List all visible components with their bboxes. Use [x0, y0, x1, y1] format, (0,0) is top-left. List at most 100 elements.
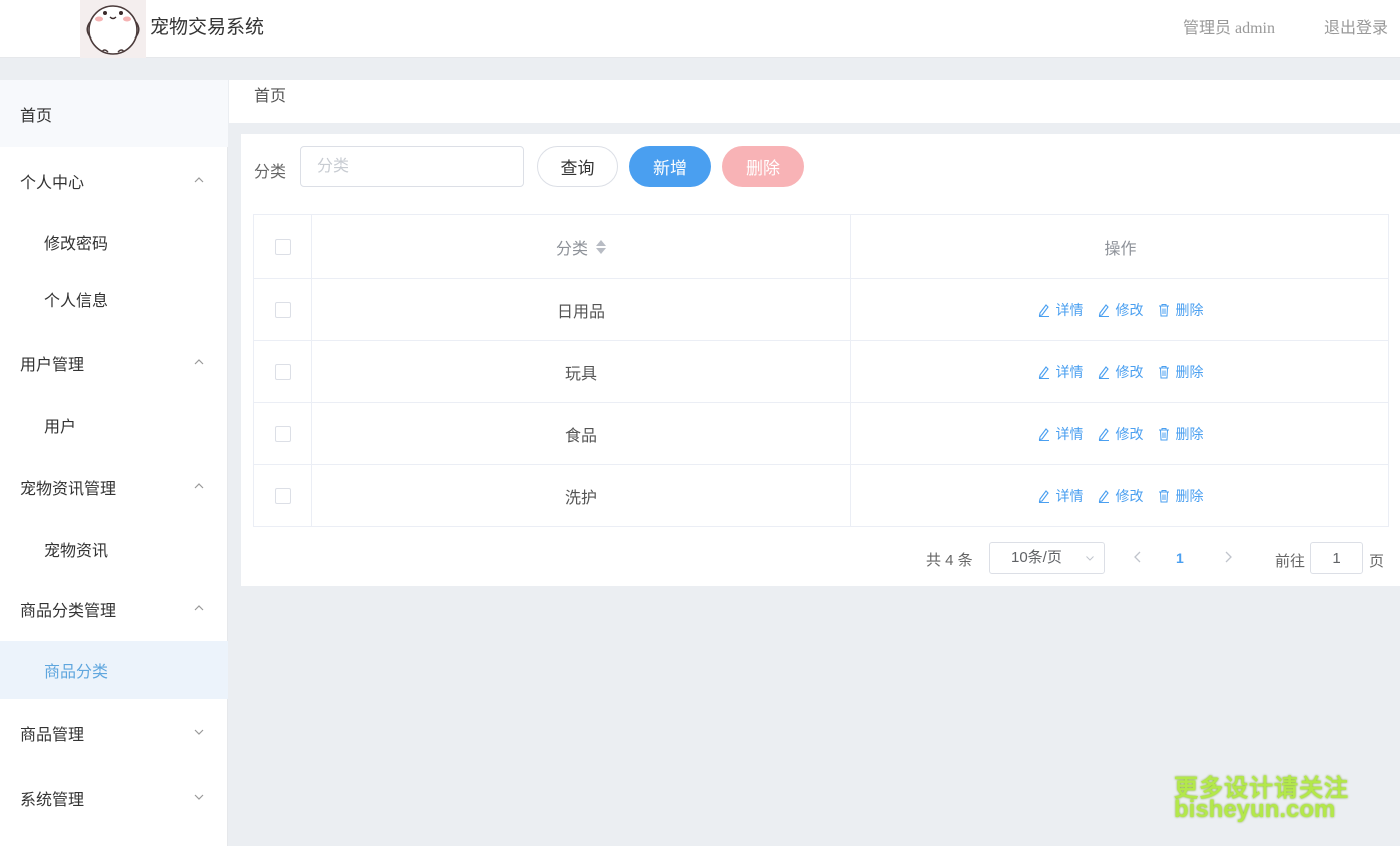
query-button[interactable]: 查询 — [537, 146, 618, 187]
edit-pen-icon — [1098, 303, 1109, 317]
sidebar-item-label: 商品分类 — [44, 664, 109, 681]
breadcrumb[interactable]: 首页 — [254, 82, 286, 106]
sidebar-item-label: 个人信息 — [44, 293, 109, 310]
sidebar-item-change-password[interactable]: 修改密码 — [0, 214, 228, 269]
goto-page-label: 前往 — [1275, 553, 1306, 570]
detail-label: 详情 — [1055, 363, 1084, 380]
sidebar-item-personal-info[interactable]: 个人信息 — [0, 269, 228, 329]
edit-link[interactable]: 修改 — [1098, 300, 1144, 320]
detail-label: 详情 — [1055, 425, 1084, 442]
sidebar-item-label: 宠物资讯管理 — [20, 480, 117, 498]
row-checkbox[interactable] — [274, 301, 291, 318]
sidebar-item-label: 宠物资讯 — [44, 542, 109, 560]
sidebar-item-label: 商品分类管理 — [20, 603, 117, 620]
edit-pen-icon — [1038, 303, 1049, 317]
trash-icon — [1158, 365, 1169, 378]
edit-pen-icon — [1038, 427, 1049, 441]
trash-icon — [1158, 303, 1169, 316]
detail-link[interactable]: 详情 — [1038, 424, 1084, 444]
sidebar-item-home[interactable]: 首页 — [0, 80, 228, 147]
table-header-row: 分类 操作 — [254, 215, 1388, 279]
sidebar-item-label: 修改密码 — [44, 235, 109, 253]
page-size-select[interactable]: 10条/页 — [989, 542, 1105, 574]
edit-pen-icon — [1098, 365, 1109, 379]
detail-label: 详情 — [1055, 301, 1084, 318]
sidebar-group-category-management[interactable]: 商品分类管理 — [0, 577, 228, 641]
sidebar-group-system-management[interactable]: 系统管理 — [0, 766, 228, 830]
chevron-down-icon — [1086, 556, 1094, 561]
sidebar-item-users[interactable]: 用户 — [0, 396, 228, 453]
app-title: 宠物交易系统 — [150, 17, 265, 38]
chevron-down-icon — [194, 729, 204, 735]
goto-page-suffix: 页 — [1369, 553, 1385, 570]
delete-label: 删除 — [1175, 363, 1204, 380]
detail-link[interactable]: 详情 — [1038, 362, 1084, 382]
chevron-up-icon — [194, 482, 204, 488]
delete-link[interactable]: 删除 — [1158, 300, 1204, 320]
current-page-number[interactable]: 1 — [1176, 550, 1184, 566]
watermark-line-2: bisheyun.com — [1174, 796, 1336, 823]
detail-link[interactable]: 详情 — [1038, 300, 1084, 320]
category-column-header[interactable]: 分类 — [312, 215, 851, 278]
edit-link[interactable]: 修改 — [1098, 424, 1144, 444]
content-panel: 分类 查询 新增 删除 分类 操作 日用品 详情 修改 删除 玩具 — [241, 134, 1400, 586]
sidebar-group-product-management[interactable]: 商品管理 — [0, 699, 228, 766]
sidebar-item-label: 个人中心 — [20, 174, 85, 192]
delete-link[interactable]: 删除 — [1158, 424, 1204, 444]
sort-icon[interactable] — [596, 239, 606, 254]
chevron-up-icon — [194, 176, 204, 182]
row-checkbox[interactable] — [274, 363, 291, 380]
prev-page-icon[interactable] — [1131, 550, 1145, 564]
edit-pen-icon — [1098, 489, 1109, 503]
edit-label: 修改 — [1115, 487, 1144, 504]
sidebar-group-personal-center[interactable]: 个人中心 — [0, 147, 228, 214]
row-actions: 详情 修改 删除 — [851, 341, 1390, 402]
logout-link[interactable]: 退出登录 — [1324, 14, 1388, 38]
row-select-cell — [254, 341, 312, 402]
row-actions: 详情 修改 删除 — [851, 279, 1390, 340]
edit-label: 修改 — [1115, 301, 1144, 318]
batch-delete-button[interactable]: 删除 — [722, 146, 804, 187]
table-row: 食品 详情 修改 删除 — [254, 403, 1388, 465]
actions-header-label: 操作 — [1104, 240, 1137, 258]
category-header-label: 分类 — [555, 240, 588, 258]
chevron-up-icon — [194, 605, 204, 611]
delete-link[interactable]: 删除 — [1158, 362, 1204, 382]
edit-link[interactable]: 修改 — [1098, 486, 1144, 506]
sidebar-group-pet-news-management[interactable]: 宠物资讯管理 — [0, 453, 228, 520]
row-select-cell — [254, 465, 312, 526]
detail-label: 详情 — [1055, 487, 1084, 504]
category-cell: 食品 — [312, 403, 851, 464]
goto-page-input[interactable] — [1310, 542, 1363, 574]
trash-icon — [1158, 427, 1169, 440]
current-user-label: 管理员 admin — [1183, 20, 1275, 37]
category-search-input[interactable] — [300, 146, 524, 187]
row-checkbox[interactable] — [274, 425, 291, 442]
sidebar-item-product-category[interactable]: 商品分类 — [0, 641, 228, 699]
edit-pen-icon — [1038, 365, 1049, 379]
trash-icon — [1158, 489, 1169, 502]
top-header: 宠物交易系统 管理员 admin 退出登录 — [0, 0, 1400, 58]
category-table: 分类 操作 日用品 详情 修改 删除 玩具 详情 修改 删除 食品 详情 修改 … — [253, 214, 1389, 527]
add-button[interactable]: 新增 — [629, 146, 711, 187]
sidebar-group-user-management[interactable]: 用户管理 — [0, 329, 228, 396]
table-row: 洗护 详情 修改 删除 — [254, 465, 1388, 527]
table-row: 玩具 详情 修改 删除 — [254, 341, 1388, 403]
sidebar-menu: 首页 个人中心 修改密码 个人信息 用户管理 用户 宠物资讯管理 宠物资讯 商品… — [0, 80, 228, 846]
next-page-icon[interactable] — [1221, 550, 1235, 564]
category-cell: 日用品 — [312, 279, 851, 340]
detail-link[interactable]: 详情 — [1038, 486, 1084, 506]
edit-link[interactable]: 修改 — [1098, 362, 1144, 382]
sidebar-item-pet-news[interactable]: 宠物资讯 — [0, 520, 228, 577]
row-actions: 详情 修改 删除 — [851, 465, 1390, 526]
category-filter-label: 分类 — [254, 164, 287, 181]
chevron-down-icon — [194, 794, 204, 800]
sidebar-item-label: 首页 — [20, 107, 53, 125]
chevron-up-icon — [194, 358, 204, 364]
row-checkbox[interactable] — [274, 487, 291, 504]
select-all-checkbox[interactable] — [274, 238, 291, 255]
row-select-cell — [254, 279, 312, 340]
category-cell: 玩具 — [312, 341, 851, 402]
breadcrumb-bar: 首页 — [229, 80, 1400, 123]
delete-link[interactable]: 删除 — [1158, 486, 1204, 506]
